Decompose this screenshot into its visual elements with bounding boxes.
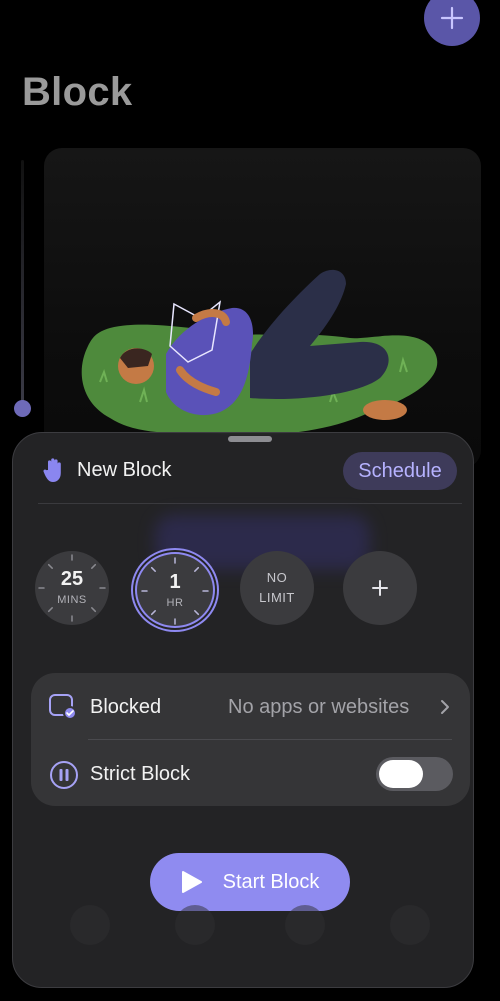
tab-ghost-icon xyxy=(285,905,325,945)
timeline-line xyxy=(21,160,24,405)
sheet-title: New Block xyxy=(77,459,172,481)
no-limit-label-line1: NO xyxy=(266,570,288,585)
timeline-dot xyxy=(14,400,31,417)
tab-ghost-icon xyxy=(70,905,110,945)
blocked-apps-icon xyxy=(49,694,77,720)
blocked-value: No apps or websites xyxy=(228,696,410,718)
add-block-button[interactable] xyxy=(424,0,480,46)
divider xyxy=(38,503,462,504)
pause-circle-icon xyxy=(50,761,78,789)
dial-value: 1 xyxy=(169,571,181,593)
plus-icon xyxy=(440,6,464,30)
duration-option-25-mins[interactable]: 25 MINS xyxy=(35,551,109,625)
schedule-button[interactable]: Schedule xyxy=(343,452,457,490)
duration-option-1-hr[interactable]: 1 HR xyxy=(135,552,215,628)
dial-unit: MINS xyxy=(57,594,87,606)
plus-icon xyxy=(372,580,388,596)
sheet-grabber[interactable] xyxy=(228,436,272,442)
strict-block-toggle[interactable] xyxy=(376,757,453,791)
no-limit-label-line2: LIMIT xyxy=(259,590,295,605)
chevron-right-icon xyxy=(441,700,449,714)
tab-ghost-icon xyxy=(390,905,430,945)
start-block-label: Start Block xyxy=(222,870,320,893)
play-icon xyxy=(181,871,202,893)
toggle-knob xyxy=(379,760,423,788)
tab-ghost-icon xyxy=(175,905,215,945)
dial-value: 25 xyxy=(60,568,84,590)
dial-unit: HR xyxy=(166,597,184,609)
blocked-row[interactable]: Blocked No apps or websites xyxy=(31,673,470,739)
strict-block-label: Strict Block xyxy=(90,763,191,785)
duration-option-no-limit[interactable]: NO LIMIT xyxy=(240,551,314,625)
add-custom-duration-button[interactable] xyxy=(343,551,417,625)
hand-icon xyxy=(43,458,61,482)
page-title: Block xyxy=(22,70,133,114)
blocked-label: Blocked xyxy=(90,696,162,718)
tab-bar-faded xyxy=(40,895,460,965)
